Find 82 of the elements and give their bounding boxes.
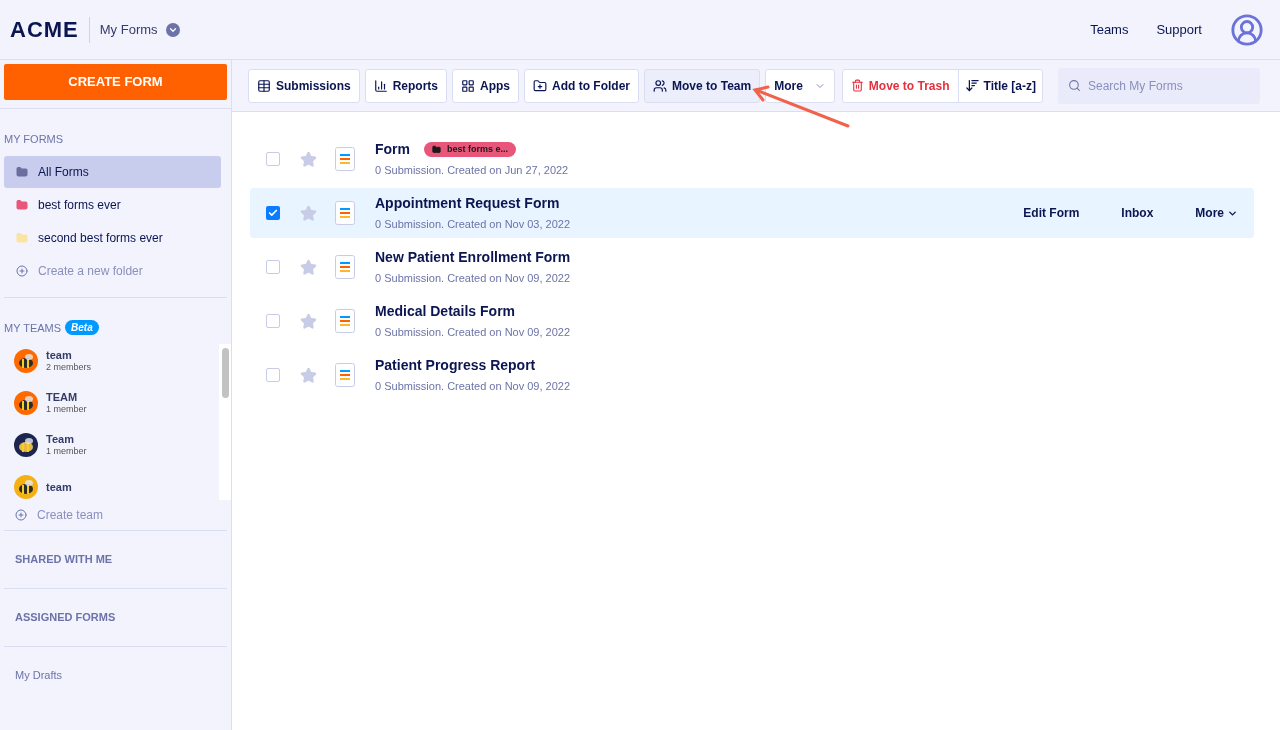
team-name: Team [46,433,75,445]
member-count: 1 member [46,445,87,457]
checkbox[interactable] [266,206,280,220]
checkbox[interactable] [266,152,280,166]
form-icon [335,363,355,387]
star-icon[interactable] [300,150,317,168]
beta-badge: Beta [65,320,99,336]
toolbar-button[interactable]: Add to Folder [524,68,640,103]
star-icon[interactable] [300,312,317,330]
section-title: My Forms [99,20,158,39]
toolbar-button[interactable]: Reports [364,68,448,103]
avatar-icon[interactable] [1230,12,1264,47]
form-icon [335,201,355,225]
form-icon [335,147,355,171]
team-name: team [46,481,72,493]
folder-item[interactable]: All Forms [4,155,221,188]
form-meta: 0 Submission. Created on Nov 09, 2022 [375,325,571,341]
form-title[interactable]: Medical Details Form [375,301,516,323]
form-title[interactable]: Patient Progress Report [375,355,536,377]
toolbar-button[interactable]: More [765,68,835,103]
toolbar-icon [653,78,668,93]
folder-item[interactable]: best forms ever [4,188,221,221]
team-item[interactable]: team 2 members [14,348,219,374]
team-name: team [46,349,73,361]
member-count: 1 member [46,403,87,415]
form-title[interactable]: Form [375,139,410,161]
form-meta: 0 Submission. Created on Nov 03, 2022 [375,217,571,233]
dropdown-icon[interactable] [165,22,180,37]
member-count: 2 members [46,361,91,373]
toolbar-button[interactable]: Apps [452,68,520,103]
move-to-trash-button[interactable]: Move to Trash [842,69,959,102]
form-meta: 0 Submission. Created on Nov 09, 2022 [375,379,571,395]
header-link[interactable]: Support [1156,19,1202,40]
checkbox[interactable] [266,314,280,328]
form-title[interactable]: New Patient Enrollment Form [375,247,571,269]
form-row[interactable]: New Patient Enrollment Form 0 Submission. Created on Nov 09, 2022 [250,242,1254,292]
drafts-link[interactable]: My Drafts [4,667,74,684]
checkbox[interactable] [266,368,280,382]
form-row[interactable]: Patient Progress Report 0 Submission. Created on Nov 09, 2022 [250,350,1254,400]
team-item[interactable]: TEAM 1 member [14,390,219,416]
trash-icon [850,79,864,92]
sort-icon [964,78,980,93]
toolbar-icon [461,78,476,93]
section-heading: MY FORMS [4,132,65,147]
sort-button[interactable]: Title [a-z] [958,69,1042,102]
section-link[interactable]: ASSIGNED FORMS [4,609,127,626]
folder-tag: best forms e... [424,142,517,158]
toolbar-button[interactable]: Move to Team [644,68,761,103]
search-field[interactable]: Search My Forms [1057,67,1260,104]
row-action[interactable]: Inbox [1121,204,1154,222]
form-title[interactable]: Appointment Request Form [375,193,560,215]
row-action[interactable]: More [1195,204,1238,222]
plus-icon [16,264,28,277]
section-heading: MY TEAMS [4,320,62,336]
plus-icon [15,509,27,521]
scrollbar[interactable] [219,344,231,500]
star-icon[interactable] [300,258,317,276]
form-meta: 0 Submission. Created on Jun 27, 2022 [375,163,569,179]
toolbar-icon [257,78,271,93]
search-icon [1067,78,1081,92]
logo[interactable]: ACME [10,13,79,46]
toolbar-icon [373,78,388,93]
form-icon [335,255,355,279]
check-icon [268,208,278,218]
form-row[interactable]: Form best forms e... 0 Submission. Created on Jun 27, 2022 [250,134,1254,184]
star-icon[interactable] [300,366,317,384]
folder-item[interactable]: second best forms ever [4,221,221,254]
form-row[interactable]: Medical Details Form 0 Submission. Created on Nov 09, 2022 [250,296,1254,346]
team-item[interactable]: team [14,474,219,500]
header-link[interactable]: Teams [1090,19,1129,40]
toolbar-icon [533,78,548,93]
toolbar-button[interactable]: Submissions [248,68,360,103]
team-item[interactable]: Team 1 member [14,432,219,458]
form-meta: 0 Submission. Created on Nov 09, 2022 [375,271,571,287]
form-icon [335,309,355,333]
form-row[interactable]: Appointment Request Form 0 Submission. Created on Nov 03, 2022 Edit Form Inbox More [250,188,1254,238]
section-link[interactable]: SHARED WITH ME [4,551,124,568]
star-icon[interactable] [300,204,317,222]
row-action[interactable]: Edit Form [1023,204,1080,222]
folder-icon [432,145,441,155]
team-name: TEAM [46,391,79,403]
checkbox[interactable] [266,260,280,274]
